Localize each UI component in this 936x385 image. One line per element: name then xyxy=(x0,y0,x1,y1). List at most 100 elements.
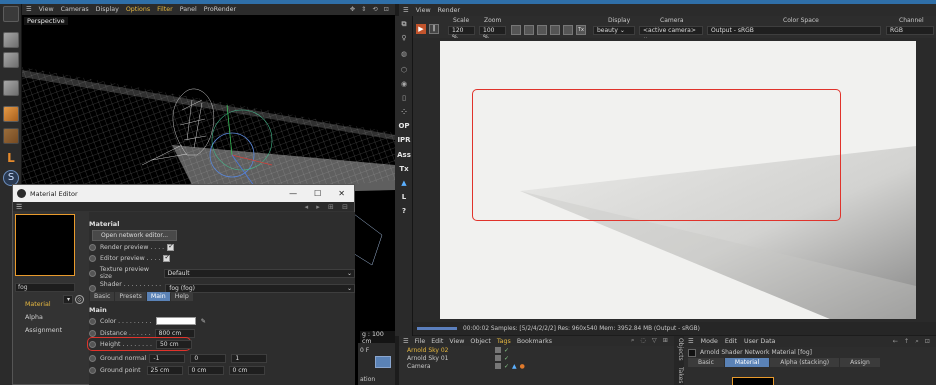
hamburger-icon[interactable]: ☰ xyxy=(16,203,22,211)
texture-preview-select[interactable]: Default ⌄ xyxy=(163,268,355,278)
pause-render-icon[interactable]: ‖ xyxy=(429,24,439,34)
animation-dot-icon[interactable] xyxy=(89,244,96,251)
check-icon[interactable]: ✓ xyxy=(504,355,509,362)
zoom-field[interactable]: 100 % xyxy=(479,26,506,41)
ground-normal-x-field[interactable]: -1 xyxy=(149,354,186,363)
menu-file[interactable]: File xyxy=(415,338,426,345)
keyframe-icon[interactable] xyxy=(375,356,391,368)
crop-icon[interactable]: ⧉ xyxy=(397,20,411,29)
camera-select[interactable]: <active camera> ⌄ xyxy=(639,26,703,41)
tab-presets[interactable]: Presets xyxy=(115,292,146,301)
open-network-editor-button[interactable]: Open network editor... xyxy=(92,230,178,241)
scale-field[interactable]: 120 % xyxy=(448,26,475,41)
animation-dot-icon[interactable] xyxy=(89,255,96,262)
region-icon[interactable] xyxy=(524,25,534,35)
tab-basic[interactable]: Basic xyxy=(90,292,115,301)
menu-prorender[interactable]: ProRender xyxy=(204,6,236,13)
tab-takes[interactable]: Takes xyxy=(677,367,684,383)
minimize-icon[interactable]: — xyxy=(289,189,297,198)
deformer-tool-icon[interactable] xyxy=(3,128,19,144)
menu-view[interactable]: View xyxy=(39,6,54,13)
nav-material[interactable]: Material xyxy=(15,298,87,311)
arnold-tag-icon[interactable]: ▲ xyxy=(512,363,517,370)
shader-select[interactable]: fog (fog) ⌄ xyxy=(165,283,355,293)
command-icon[interactable] xyxy=(3,6,19,22)
menu-edit[interactable]: Edit xyxy=(725,338,737,345)
arnold-icon[interactable]: ▲ xyxy=(397,179,411,187)
animation-dot-icon[interactable] xyxy=(89,341,96,348)
animation-dot-icon[interactable] xyxy=(89,367,96,374)
ground-point-y-field[interactable]: 0 cm xyxy=(187,366,224,375)
sphere-icon[interactable]: ◍ xyxy=(397,50,411,58)
search-filter-icons[interactable]: ⌕ ◌ ▽ ⊞ xyxy=(631,337,674,345)
nav-assignment[interactable]: Assignment xyxy=(15,324,87,337)
material-name-field[interactable]: fog xyxy=(15,283,75,292)
nurbs-tool-icon[interactable] xyxy=(3,52,19,68)
menu-mode[interactable]: Mode xyxy=(701,338,718,345)
compare-icon[interactable] xyxy=(550,25,560,35)
target-tag-icon[interactable]: ● xyxy=(520,363,525,370)
help-button[interactable]: ? xyxy=(397,207,411,215)
close-icon[interactable]: ✕ xyxy=(338,189,345,198)
play-render-icon[interactable]: ▶ xyxy=(416,24,426,34)
tab-assign[interactable]: Assign xyxy=(840,358,880,367)
ground-normal-y-field[interactable]: 0 xyxy=(190,354,227,363)
layer-icon[interactable] xyxy=(495,347,501,353)
animation-dot-icon[interactable] xyxy=(89,269,96,277)
animation-dot-icon[interactable] xyxy=(89,330,96,337)
menu-filter[interactable]: Filter xyxy=(157,6,173,13)
l-tool-icon[interactable]: L xyxy=(3,150,19,166)
maximize-icon[interactable]: ☐ xyxy=(314,189,321,198)
hamburger-icon[interactable]: ☰ xyxy=(403,7,409,14)
color-space-select[interactable]: Output - sRGB xyxy=(707,26,881,35)
hamburger-icon[interactable]: ☰ xyxy=(688,338,694,345)
tab-alpha-stacking[interactable]: Alpha (stacking) xyxy=(770,358,840,367)
array-tool-icon[interactable] xyxy=(3,80,19,96)
tab-objects[interactable]: Objects xyxy=(677,338,684,361)
animation-dot-icon[interactable] xyxy=(89,284,96,292)
menu-object[interactable]: Object xyxy=(470,338,491,345)
light-icon[interactable]: ♀ xyxy=(397,34,411,42)
picker-icon[interactable] xyxy=(563,25,573,35)
tab-basic[interactable]: Basic xyxy=(688,358,724,367)
color-swatch[interactable] xyxy=(155,317,196,325)
hamburger-icon[interactable]: ☰ xyxy=(26,6,32,13)
cube-icon[interactable]: ⬡ xyxy=(397,66,411,74)
menu-options[interactable]: Options xyxy=(126,6,150,13)
ground-point-z-field[interactable]: 0 cm xyxy=(228,366,265,375)
tx-button[interactable]: Tx xyxy=(397,165,411,173)
attribute-nav-icons[interactable]: ← ↑ ⌕ ⊡ xyxy=(893,338,936,346)
menu-user-data[interactable]: User Data xyxy=(744,338,775,345)
menu-bookmarks[interactable]: Bookmarks xyxy=(517,338,552,345)
menu-view[interactable]: View xyxy=(449,338,464,345)
material-icon[interactable]: ◉ xyxy=(397,80,411,88)
menu-display[interactable]: Display xyxy=(96,6,119,13)
check-icon[interactable]: ✓ xyxy=(504,347,509,354)
animation-dot-icon[interactable] xyxy=(89,355,96,362)
object-row[interactable]: Arnold Sky 01 ✓ xyxy=(399,354,674,362)
object-row[interactable]: Camera ✓ ▲ ● xyxy=(399,362,674,370)
cube-tool-icon[interactable] xyxy=(3,32,19,48)
grid-icon[interactable] xyxy=(537,25,547,35)
layer-icon[interactable] xyxy=(495,363,501,369)
menu-render[interactable]: Render xyxy=(438,7,460,14)
snapshot-icon[interactable] xyxy=(511,25,521,35)
viewport-nav-icons[interactable]: ✥ ⇕ ⟲ ⊡ xyxy=(350,6,395,13)
ipr-button[interactable]: IPR xyxy=(397,136,411,144)
dots-icon[interactable]: ⁘ xyxy=(397,108,411,116)
tx-icon[interactable]: Tx xyxy=(576,25,586,35)
nav-arrows-icon[interactable]: ◂ ▸ ⊞ ⊟ xyxy=(305,203,351,211)
tab-material[interactable]: Material xyxy=(724,358,770,367)
check-icon[interactable]: ✓ xyxy=(504,363,509,370)
display-select[interactable]: beauty ⌄ xyxy=(593,26,635,35)
eyedropper-icon[interactable]: ✎ xyxy=(201,318,206,325)
ground-point-x-field[interactable]: 25 cm xyxy=(146,366,183,375)
menu-cameras[interactable]: Cameras xyxy=(61,6,89,13)
menu-panel[interactable]: Panel xyxy=(180,6,197,13)
layer-icon[interactable] xyxy=(495,355,501,361)
render-preview-checkbox[interactable] xyxy=(167,242,175,251)
generator-tool-icon[interactable] xyxy=(3,106,19,122)
hamburger-icon[interactable]: ☰ xyxy=(403,338,409,345)
animation-dot-icon[interactable] xyxy=(89,317,96,325)
material-editor-titlebar[interactable]: Material Editor — ☐ ✕ xyxy=(13,185,354,202)
